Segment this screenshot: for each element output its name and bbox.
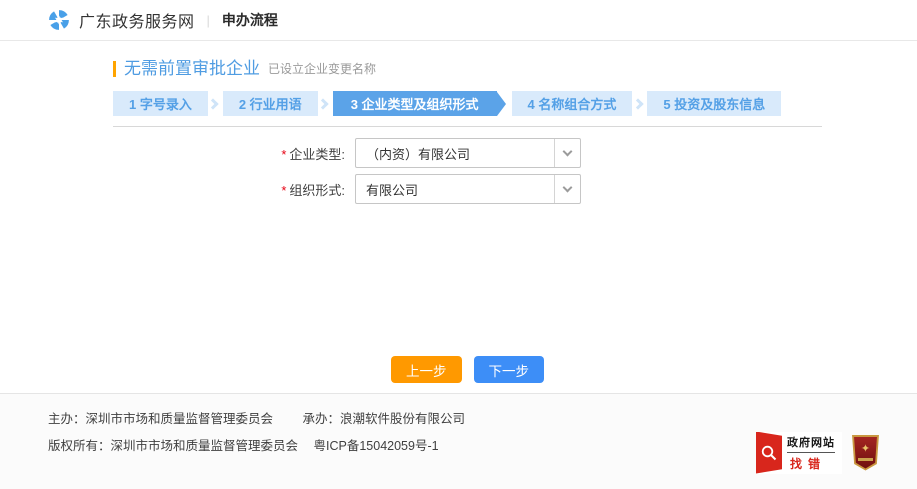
step-tab-3-active[interactable]: 3 企业类型及组织形式: [333, 91, 497, 116]
form-row-enterprise-type: *企业类型: （内资）有限公司: [113, 138, 822, 168]
content-divider: [113, 126, 822, 127]
step-tab-2[interactable]: 2 行业用语: [223, 91, 318, 116]
step-tabs: 1 字号录入 2 行业用语 3 企业类型及组织形式 4 名称组合方式 5 投资及…: [113, 91, 822, 116]
badge-title: 政府网站: [787, 434, 835, 453]
footer-undertaker-text: 承办：浪潮软件股份有限公司: [303, 412, 466, 426]
required-asterisk: *: [281, 147, 286, 162]
shield-emblem-icon: ✦: [861, 444, 870, 455]
step-arrow-icon: [497, 91, 512, 116]
find-error-flag: [756, 432, 782, 474]
enterprise-type-label: 企业类型:: [289, 147, 345, 162]
select-value: （内资）有限公司: [356, 144, 554, 163]
name-registration-form: *企业类型: （内资）有限公司 *组织形式: 有限公司: [113, 138, 822, 204]
footer-badges: 政府网站 找错 ✦: [756, 414, 879, 489]
next-step-button[interactable]: 下一步: [474, 356, 545, 383]
select-value: 有限公司: [356, 180, 554, 199]
select-arrow-box: [554, 139, 580, 167]
shield-icon: ✦: [854, 437, 877, 469]
page-subtitle: 已设立企业变更名称: [268, 60, 376, 77]
main-content: 无需前置审批企业 已设立企业变更名称 1 字号录入 2 行业用语 3 企业类型及…: [113, 41, 822, 383]
security-shield-badge[interactable]: ✦: [852, 435, 879, 471]
footer-info: 主办：深圳市市场和质量监督管理委员会 承办：浪潮软件股份有限公司 版权所有：深圳…: [48, 406, 465, 489]
prev-step-button[interactable]: 上一步: [391, 356, 462, 383]
step-tab-5[interactable]: 5 投资及股东信息: [647, 91, 781, 116]
field-label: *企业类型:: [113, 144, 355, 163]
enterprise-type-select[interactable]: （内资）有限公司: [355, 138, 581, 168]
site-name[interactable]: 广东政务服务网: [79, 8, 195, 32]
select-arrow-box: [554, 175, 580, 203]
magnifier-icon: [760, 444, 778, 462]
find-error-text: 政府网站 找错: [787, 434, 835, 472]
form-actions: 上一步 下一步: [113, 356, 822, 383]
organization-form-select[interactable]: 有限公司: [355, 174, 581, 204]
footer-copyright-text: 版权所有：深圳市市场和质量监督管理委员会: [48, 439, 298, 453]
footer-host-text: 主办：深圳市市场和质量监督管理委员会: [48, 412, 273, 426]
page-title: 无需前置审批企业: [124, 54, 260, 79]
pinwheel-logo-icon[interactable]: [48, 9, 70, 31]
field-label: *组织形式:: [113, 180, 355, 199]
chevron-down-icon: [563, 146, 573, 156]
shield-strip: [858, 458, 873, 461]
nav-current-page[interactable]: 申办流程: [222, 10, 278, 30]
step-tab-1[interactable]: 1 字号录入: [113, 91, 208, 116]
step-arrow-icon: [318, 91, 333, 116]
footer-icp-text: 粤ICP备15042059号-1: [314, 439, 439, 453]
step-arrow-icon: [208, 91, 223, 116]
page-title-row: 无需前置审批企业 已设立企业变更名称: [113, 41, 822, 79]
step-tab-4[interactable]: 4 名称组合方式: [512, 91, 633, 116]
title-accent-bar: [113, 61, 116, 77]
gov-site-find-error-badge[interactable]: 政府网站 找错: [756, 432, 842, 474]
app-header: 广东政务服务网 | 申办流程: [0, 0, 917, 41]
required-asterisk: *: [281, 183, 286, 198]
page-footer: 主办：深圳市市场和质量监督管理委员会 承办：浪潮软件股份有限公司 版权所有：深圳…: [0, 393, 917, 489]
form-row-organization-form: *组织形式: 有限公司: [113, 174, 822, 204]
footer-line-2: 版权所有：深圳市市场和质量监督管理委员会 粤ICP备15042059号-1: [48, 433, 465, 460]
step-arrow-icon: [632, 91, 647, 116]
footer-line-1: 主办：深圳市市场和质量监督管理委员会 承办：浪潮软件股份有限公司: [48, 406, 465, 433]
header-divider: |: [207, 13, 210, 28]
badge-subtitle: 找错: [787, 455, 835, 472]
organization-form-label: 组织形式:: [289, 183, 345, 198]
chevron-down-icon: [563, 182, 573, 192]
